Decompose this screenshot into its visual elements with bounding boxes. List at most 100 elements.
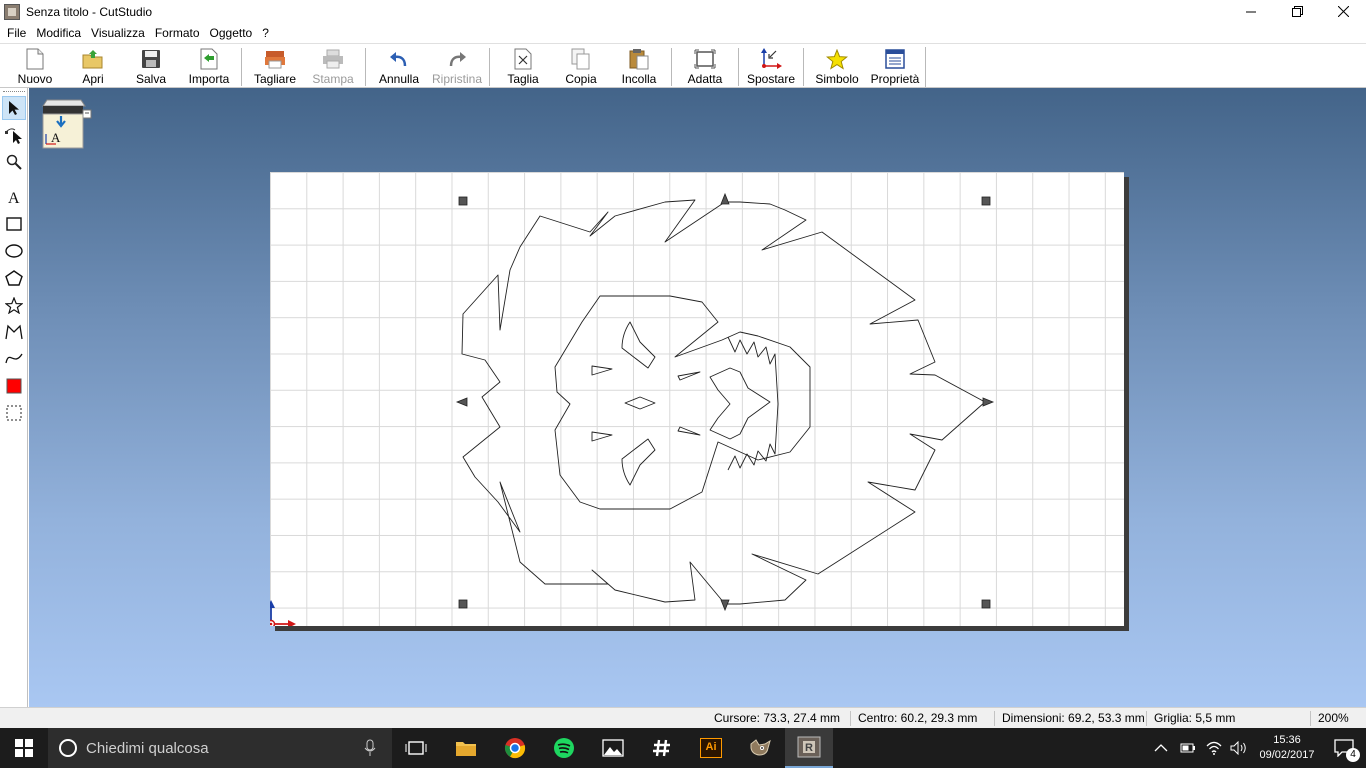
menu-file[interactable]: File xyxy=(2,23,31,43)
polygon-tool[interactable] xyxy=(2,266,26,290)
properties-list-icon xyxy=(883,48,907,70)
cutstudio-app-icon[interactable] xyxy=(4,3,20,20)
menu-formato[interactable]: Formato xyxy=(150,23,205,43)
status-bar: Cursore: 73.3, 27.4 mm Centro: 60.2, 29.… xyxy=(0,707,1366,728)
select-tool[interactable] xyxy=(2,96,26,120)
status-separator xyxy=(850,711,851,726)
object-tools: Simbolo Proprietà xyxy=(808,47,924,87)
move-button[interactable]: Spostare xyxy=(742,47,800,87)
rectangle-icon xyxy=(6,217,22,231)
ellipse-tool[interactable] xyxy=(2,239,26,263)
cutstudio-taskbar-button[interactable]: R xyxy=(785,728,833,768)
handle-bottom-right[interactable] xyxy=(981,599,991,609)
polyline-tool[interactable] xyxy=(2,320,26,344)
redo-button[interactable]: Ripristina xyxy=(428,47,486,87)
fit-button[interactable]: Adatta xyxy=(676,47,734,87)
gimp-icon xyxy=(750,739,771,756)
save-button[interactable]: Salva xyxy=(122,47,180,87)
undo-button[interactable]: Annulla xyxy=(370,47,428,87)
show-hidden-icons-chevron-up-icon[interactable] xyxy=(1154,743,1168,753)
system-tray: 15:36 09/02/2017 4 xyxy=(1154,728,1366,768)
microphone-icon[interactable] xyxy=(364,739,376,757)
title-bar[interactable]: Senza titolo - CutStudio xyxy=(0,0,1366,23)
file-explorer-button[interactable] xyxy=(442,728,490,768)
menu-bar: File Modifica Visualizza Formato Oggetto… xyxy=(0,23,1366,43)
window-title: Senza titolo - CutStudio xyxy=(26,4,153,19)
toolbar-end-separator xyxy=(925,47,926,87)
grid-size: Griglia: 5,5 mm xyxy=(1154,711,1236,725)
wifi-icon[interactable] xyxy=(1206,741,1222,755)
task-view-button[interactable] xyxy=(392,728,440,768)
clock[interactable]: 15:36 09/02/2017 xyxy=(1252,733,1322,763)
handle-top-right[interactable] xyxy=(981,196,991,206)
gimp-button[interactable] xyxy=(736,728,784,768)
handle-left-center[interactable] xyxy=(455,397,468,407)
handle-bottom-center[interactable] xyxy=(720,599,730,612)
illustrator-button[interactable]: Ai xyxy=(687,728,735,768)
photos-button[interactable] xyxy=(589,728,637,768)
windows-taskbar: Chiedimi qualcosa Ai R 15:36 09/02/2017 … xyxy=(0,728,1366,768)
import-button[interactable]: Importa xyxy=(180,47,238,87)
clock-date: 09/02/2017 xyxy=(1259,749,1315,761)
clipboard-tools: Taglia Copia Incolla xyxy=(494,47,668,87)
folder-icon xyxy=(456,742,476,756)
undo-arrow-icon xyxy=(387,48,411,70)
menu-help[interactable]: ? xyxy=(257,23,274,43)
center-position: Centro: 60.2, 29.3 mm xyxy=(858,711,978,725)
handle-top-left[interactable] xyxy=(458,196,468,206)
handle-bottom-left[interactable] xyxy=(458,599,468,609)
print-button[interactable]: Stampa xyxy=(304,47,362,87)
chrome-button[interactable] xyxy=(491,728,539,768)
save-disk-icon xyxy=(139,48,163,70)
minimize-button[interactable] xyxy=(1228,0,1274,23)
rectangle-tool[interactable] xyxy=(2,212,26,236)
cortana-search-box[interactable]: Chiedimi qualcosa xyxy=(48,728,392,768)
battery-icon[interactable] xyxy=(1180,742,1196,754)
open-button[interactable]: Apri xyxy=(64,47,122,87)
cutting-sheet[interactable] xyxy=(270,172,1124,626)
spotify-button[interactable] xyxy=(540,728,588,768)
copy-button[interactable]: Copia xyxy=(552,47,610,87)
redo-arrow-icon xyxy=(445,48,469,70)
symbol-button[interactable]: Simbolo xyxy=(808,47,866,87)
close-button[interactable] xyxy=(1320,0,1366,23)
restore-button[interactable] xyxy=(1274,0,1320,23)
toolbar-separator xyxy=(489,48,490,86)
start-button[interactable] xyxy=(0,728,48,768)
workspace-area[interactable]: A xyxy=(29,88,1366,707)
status-separator xyxy=(1310,711,1311,726)
slack-button[interactable] xyxy=(638,728,686,768)
menu-oggetto[interactable]: Oggetto xyxy=(205,23,258,43)
move-origin-icon xyxy=(759,48,783,70)
cut-plot-button[interactable]: Tagliare xyxy=(246,47,304,87)
marquee-tool[interactable] xyxy=(2,401,26,425)
volume-speaker-icon[interactable] xyxy=(1230,741,1248,755)
menu-modifica[interactable]: Modifica xyxy=(31,23,86,43)
paste-clipboard-icon xyxy=(627,48,651,70)
task-view-icon xyxy=(405,741,427,755)
properties-button[interactable]: Proprietà xyxy=(866,47,924,87)
cutstudio-window: Senza titolo - CutStudio File Modifica V… xyxy=(0,0,1366,768)
handle-top-center[interactable] xyxy=(720,192,730,205)
menu-visualizza[interactable]: Visualizza xyxy=(86,23,150,43)
cut-button[interactable]: Taglia xyxy=(494,47,552,87)
pointer-arrow-icon xyxy=(9,101,19,115)
star-tool[interactable] xyxy=(2,293,26,317)
toolbar-separator xyxy=(738,48,739,86)
zoom-tool[interactable] xyxy=(2,150,26,174)
cutter-device-icon[interactable]: A xyxy=(41,98,95,150)
copy-icon xyxy=(569,48,593,70)
text-tool[interactable]: A xyxy=(2,185,26,209)
handle-right-center[interactable] xyxy=(982,397,995,407)
paste-button[interactable]: Incolla xyxy=(610,47,668,87)
action-center-button[interactable]: 4 xyxy=(1322,728,1366,768)
new-button[interactable]: Nuovo xyxy=(6,47,64,87)
curve-tool[interactable] xyxy=(2,346,26,370)
fit-frame-icon xyxy=(693,48,717,70)
node-edit-tool[interactable] xyxy=(2,123,26,147)
fill-color-tool[interactable] xyxy=(2,374,26,398)
origin-marker[interactable] xyxy=(270,600,296,626)
palette-grip[interactable] xyxy=(3,91,25,93)
lion-head-design[interactable] xyxy=(461,199,986,605)
selection-handles[interactable] xyxy=(455,192,995,612)
